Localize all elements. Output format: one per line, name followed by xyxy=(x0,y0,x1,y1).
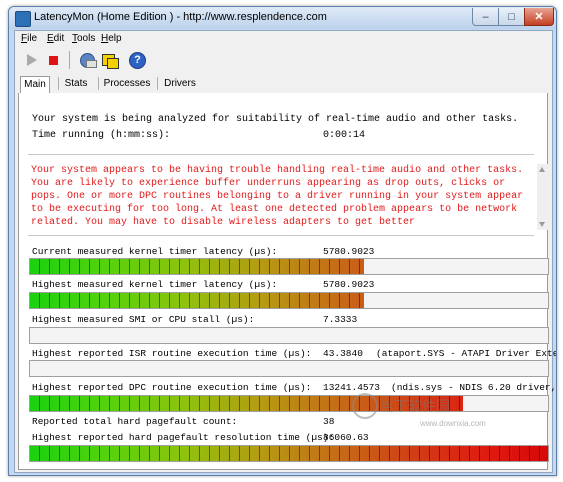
scroll-up-icon[interactable] xyxy=(539,167,545,172)
highest-timer-latency-value: 5780.9023 xyxy=(323,279,375,290)
time-running-label: Time running (h:mm:ss): xyxy=(32,130,171,141)
time-running-value: 0:00:14 xyxy=(323,130,366,141)
isr-execution-value: 43.3840 xyxy=(323,348,363,359)
main-panel: Your system is being analyzed for suitab… xyxy=(18,93,556,470)
dpc-execution-value: 13241.4573 xyxy=(323,382,381,393)
divider xyxy=(28,235,534,236)
dpc-execution-driver: (ndis.sys - NDIS 6.20 driver, xyxy=(391,382,557,393)
stop-icon[interactable] xyxy=(45,51,63,69)
client-area: File Edit Tools Help Main Stats Processe… xyxy=(14,30,556,473)
warning-scrollbar[interactable] xyxy=(537,164,548,230)
menu-edit[interactable]: Edit xyxy=(47,33,64,44)
window-title: LatencyMon (Home Edition ) - http://www.… xyxy=(34,11,327,23)
highest-timer-latency-bar-fill xyxy=(30,293,365,308)
smi-stall-label: Highest measured SMI or CPU stall (µs): xyxy=(32,314,255,325)
pagefault-resolution-bar-fill xyxy=(30,446,548,461)
dpc-execution-bar xyxy=(29,395,549,412)
divider xyxy=(28,154,534,155)
tab-main[interactable]: Main xyxy=(20,76,50,94)
windows-icon[interactable] xyxy=(101,51,119,69)
tab-separator xyxy=(98,77,99,90)
help-icon[interactable] xyxy=(128,51,146,69)
current-timer-latency-label: Current measured kernel timer latency (µ… xyxy=(32,246,278,257)
isr-execution-label: Highest reported ISR routine execution t… xyxy=(32,348,312,359)
toolbar xyxy=(15,48,552,72)
main-window: LatencyMon (Home Edition ) - http://www.… xyxy=(8,6,557,476)
menu-bar: File Edit Tools Help xyxy=(15,31,552,47)
pagefault-count-value: 38 xyxy=(323,416,335,427)
highest-timer-latency-bar xyxy=(29,292,549,309)
highest-timer-latency-label: Highest measured kernel timer latency (µ… xyxy=(32,279,278,290)
smi-stall-bar xyxy=(29,327,549,344)
menu-tools[interactable]: Tools xyxy=(72,33,95,44)
watermark-text: 当下软件园 xyxy=(380,398,450,414)
title-bar[interactable]: LatencyMon (Home Edition ) - http://www.… xyxy=(9,7,556,29)
isr-execution-driver: (ataport.SYS - ATAPI Driver Exter xyxy=(376,348,557,359)
smi-stall-value: 7.3333 xyxy=(323,314,358,325)
tab-separator xyxy=(157,77,158,90)
play-icon[interactable] xyxy=(23,51,41,69)
tab-strip: Main Stats Processes Drivers xyxy=(18,75,546,94)
watermark-url: www.downxia.com xyxy=(420,419,486,428)
menu-file[interactable]: File xyxy=(21,33,37,44)
minimize-button[interactable]: – xyxy=(472,8,499,26)
pagefault-resolution-bar xyxy=(29,445,549,462)
drivers-icon[interactable] xyxy=(79,51,97,69)
latencymon-app-icon xyxy=(15,11,31,27)
toolbar-separator xyxy=(69,51,70,69)
pagefault-count-label: Reported total hard pagefault count: xyxy=(32,416,238,427)
close-button[interactable]: ✕ xyxy=(524,8,554,26)
warning-text: Your system appears to be having trouble… xyxy=(31,165,524,228)
dpc-execution-label: Highest reported DPC routine execution t… xyxy=(32,382,312,393)
tab-drivers[interactable]: Drivers xyxy=(162,76,198,92)
pagefault-resolution-value: 86060.63 xyxy=(323,432,369,443)
warning-box: Your system appears to be having trouble… xyxy=(28,164,548,230)
isr-execution-bar xyxy=(29,360,549,377)
scroll-down-icon[interactable] xyxy=(539,222,545,227)
current-timer-latency-value: 5780.9023 xyxy=(323,246,375,257)
tab-separator xyxy=(58,77,59,90)
current-timer-latency-bar xyxy=(29,258,549,275)
current-timer-latency-bar-fill xyxy=(30,259,365,274)
tab-stats[interactable]: Stats xyxy=(62,76,90,92)
pagefault-resolution-label: Highest reported hard pagefault resoluti… xyxy=(32,432,335,443)
analysis-status: Your system is being analyzed for suitab… xyxy=(32,114,519,125)
maximize-button[interactable]: □ xyxy=(498,8,525,26)
menu-help[interactable]: Help xyxy=(101,33,122,44)
tab-processes[interactable]: Processes xyxy=(103,76,151,92)
watermark-logo-icon xyxy=(352,393,378,419)
